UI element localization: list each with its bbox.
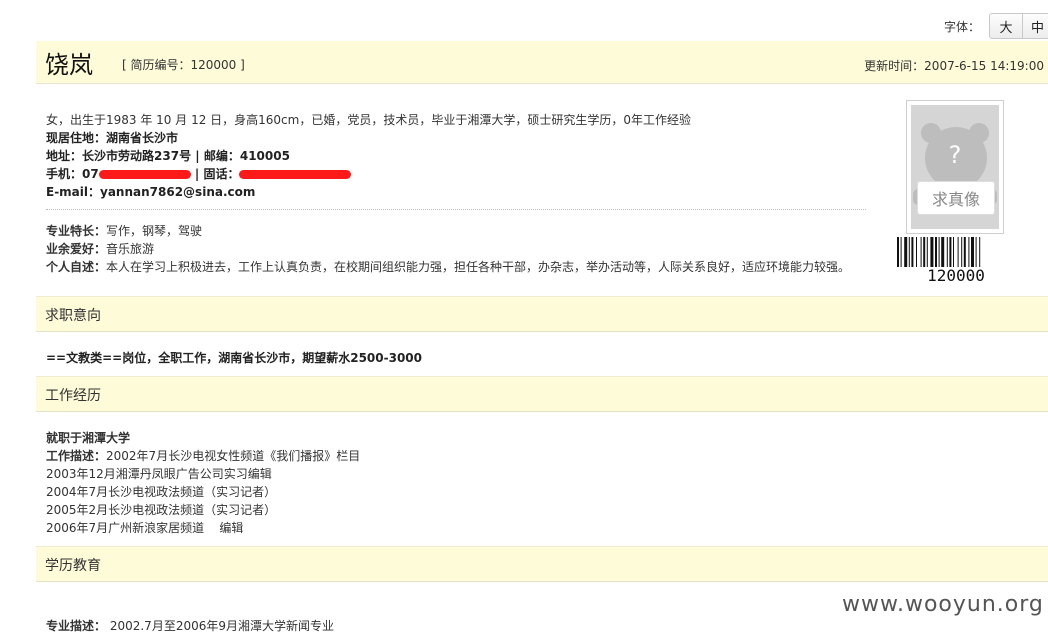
barcode-bar [938,237,940,267]
education-line: 专业描述： 2002.7月至2006年9月湘潭大学新闻专业 [46,619,334,633]
work-line: 2003年12月湘潭丹凤眼广告公司实习编辑 [46,467,272,481]
resume-header: 饶岚 [ 简历编号：120000 ] 更新时间：2007-6-15 14:19:… [36,41,1048,84]
self-intro-line: 个人自述：本人在学习上积极进去，工作上认真负责，在校期间组织能力强，担任各种干部… [46,260,851,274]
summary-line: 女，出生于1983 年 10 月 12 日，身高160cm，已婚，党员，技术员，… [46,113,691,127]
work-line: 2006年7月广州新浪家居频道 编辑 [46,521,244,535]
work-line: 2004年7月长沙电视政法频道（实习记者） [46,485,277,499]
barcode-bar [946,237,948,267]
barcode-bar [916,237,917,267]
phone-line: 手机：07 | 固话： [46,165,876,183]
email-value: yannan7862@sina.com [100,185,256,199]
barcode-bar [923,237,926,267]
barcode-bar [904,237,908,267]
barcode-bar [953,237,954,267]
hobby-line: 业余爱好：音乐旅游 [46,242,155,256]
section-title: 工作经历 [45,388,101,404]
update-time: 更新时间：2007-6-15 14:19:00 [864,59,1044,73]
barcode-bar [935,237,937,267]
section-title: 求职意向 [45,308,101,324]
barcode-bar [963,237,966,267]
skills-line: 专业特长：写作，钢琴，驾驶 [46,224,203,238]
barcode-bar [949,237,952,267]
section-work-experience: 工作经历 [36,376,1048,412]
photo-tag: 求真像 [917,181,995,215]
work-line: 工作描述：2002年7月长沙电视女性频道《我们播报》栏目 [46,449,361,463]
phone-redaction [98,170,191,179]
resume-number: [ 简历编号：120000 ] [122,58,245,72]
barcode-bar [908,237,910,267]
section-title: 学历教育 [45,558,101,574]
basic-info: 女，出生于1983 年 10 月 12 日，身高160cm，已婚，党员，技术员，… [46,111,876,201]
barcode-bar [900,237,902,267]
barcode-bar [975,237,977,267]
watermark: www.wooyun.org [842,592,1044,617]
extra-info: 专业特长：写作，钢琴，驾驶 业余爱好：音乐旅游 个人自述：本人在学习上积极进去，… [46,222,876,276]
work-line: 2005年2月长沙电视政法频道（实习记者） [46,503,277,517]
barcode [897,237,981,267]
barcode-bar [968,237,970,267]
barcode-bar [911,237,914,267]
barcode-number: 120000 [927,266,985,285]
barcode-bar [979,237,981,267]
divider [46,209,866,210]
font-size-label: 字体： [943,19,980,34]
barcode-bar [961,237,963,267]
barcode-bar [941,237,945,267]
candidate-name: 饶岚 [45,51,93,79]
work-experience: 就职于湘潭大学 工作描述：2002年7月长沙电视女性频道《我们播报》栏目 200… [46,429,360,537]
company-line: 就职于湘潭大学 [46,431,131,445]
question-mark: ? [948,141,962,169]
residence-line: 现居住地：湖南省长沙市 [46,131,179,145]
barcode-bar [926,237,928,267]
email-line: E-mail：yannan7862@sina.com [46,185,256,199]
barcode-bar [920,237,922,267]
address-line: 地址：长沙市劳动路237号 | 邮编：410005 [46,149,290,163]
font-size-bar: 字体： 大 中 [944,12,1048,40]
barcode-bar [897,237,899,267]
font-large-button[interactable]: 大 [989,13,1023,39]
barcode-bar [930,237,934,267]
tel-redaction [239,170,352,179]
job-intent: ==文教类==岗位，全职工作，湖南省长沙市，期望薪水2500-3000 [46,351,422,365]
section-education: 学历教育 [36,546,1048,582]
barcode-bar [971,237,974,267]
font-medium-button[interactable]: 中 [1022,13,1048,39]
section-job-intent: 求职意向 [36,296,1048,332]
barcode-bar [957,237,959,267]
photo-placeholder: ? 求真像 [906,100,1004,234]
